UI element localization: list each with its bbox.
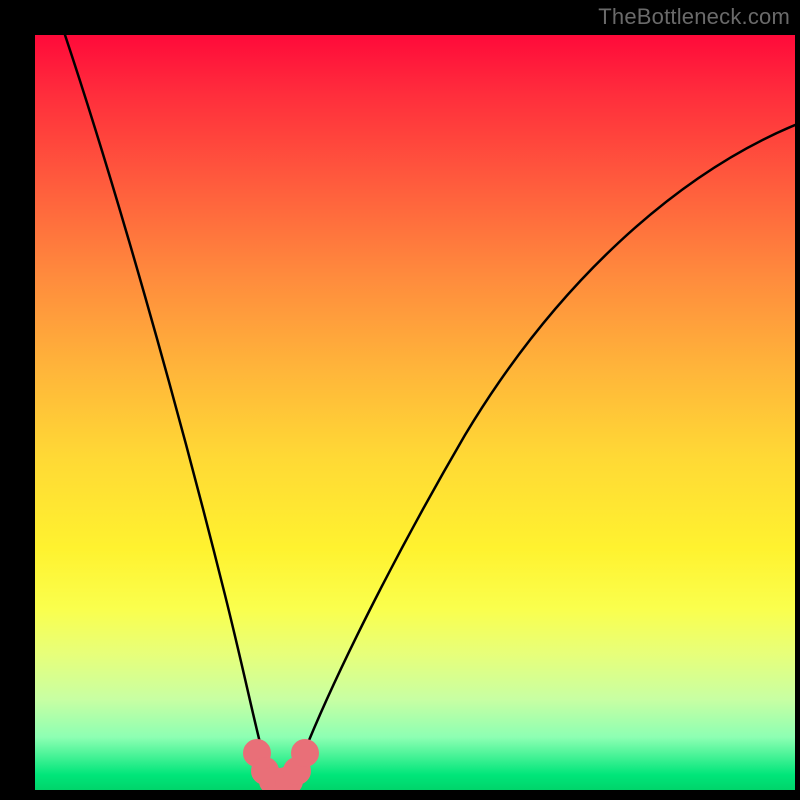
bottom-marker-arc [250,746,312,790]
watermark-text: TheBottleneck.com [598,4,790,30]
plot-area [35,35,795,790]
chart-svg [35,35,795,790]
bottleneck-curve [65,35,795,785]
chart-frame: TheBottleneck.com [0,0,800,800]
